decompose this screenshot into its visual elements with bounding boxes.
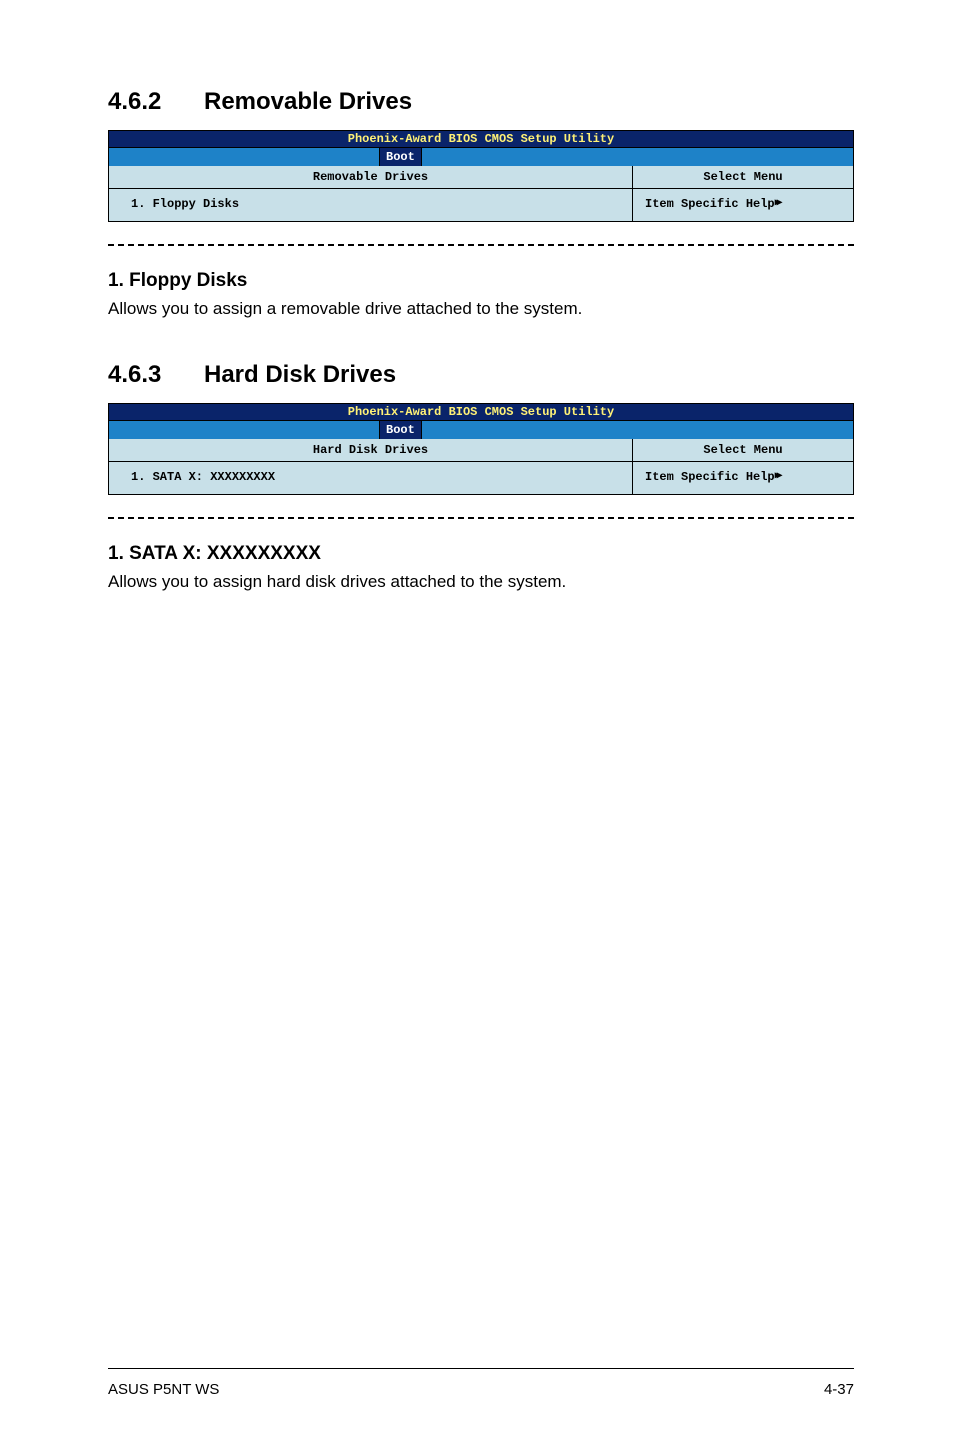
footer-page-number: 4-37 <box>824 1381 854 1398</box>
bios-header-row: Removable Drives Select Menu <box>109 166 853 188</box>
footer-product: ASUS P5NT WS <box>108 1381 219 1398</box>
forward-icon: ▶▶ <box>775 470 779 482</box>
bios-select-menu: Select Menu <box>633 439 853 461</box>
bios-help-text: Item Specific Help▶▶ <box>633 462 853 494</box>
bios-tab-bar: Boot <box>109 421 853 439</box>
dashed-divider <box>108 244 854 246</box>
body-text-floppy: Allows you to assign a removable drive a… <box>108 298 854 321</box>
section-title: Hard Disk Drives <box>204 361 396 388</box>
sub-heading-sata: 1. SATA X: XXXXXXXXX <box>108 543 854 565</box>
bios-help-label: Item Specific Help <box>645 197 775 211</box>
bios-utility-title: Phoenix-Award BIOS CMOS Setup Utility <box>109 404 853 421</box>
bios-help-text: Item Specific Help▶▶ <box>633 189 853 221</box>
sub-heading-floppy: 1. Floppy Disks <box>108 270 854 292</box>
section-number: 4.6.3 <box>108 361 204 389</box>
bios-tab-boot[interactable]: Boot <box>379 148 422 166</box>
bios-item-sata[interactable]: 1. SATA X: XXXXXXXXX <box>109 462 633 494</box>
bios-header-row: Hard Disk Drives Select Menu <box>109 439 853 461</box>
section-heading-removable: 4.6.2Removable Drives <box>108 88 854 116</box>
bios-body-row: 1. Floppy Disks Item Specific Help▶▶ <box>109 188 853 221</box>
bios-select-menu: Select Menu <box>633 166 853 188</box>
bios-body-row: 1. SATA X: XXXXXXXXX Item Specific Help▶… <box>109 461 853 494</box>
bios-tab-bar: Boot <box>109 148 853 166</box>
section-number: 4.6.2 <box>108 88 204 116</box>
dashed-divider <box>108 517 854 519</box>
bios-panel-removable: Phoenix-Award BIOS CMOS Setup Utility Bo… <box>108 130 854 222</box>
bios-item-floppy[interactable]: 1. Floppy Disks <box>109 189 633 221</box>
bios-utility-title: Phoenix-Award BIOS CMOS Setup Utility <box>109 131 853 148</box>
bios-panel-harddisk: Phoenix-Award BIOS CMOS Setup Utility Bo… <box>108 403 854 495</box>
bios-help-label: Item Specific Help <box>645 470 775 484</box>
section-title: Removable Drives <box>204 88 412 115</box>
section-heading-harddisk: 4.6.3Hard Disk Drives <box>108 361 854 389</box>
forward-icon: ▶▶ <box>775 197 779 209</box>
page-footer: ASUS P5NT WS 4-37 <box>108 1368 854 1398</box>
bios-panel-title: Removable Drives <box>109 166 633 188</box>
bios-tab-boot[interactable]: Boot <box>379 421 422 439</box>
bios-panel-title: Hard Disk Drives <box>109 439 633 461</box>
body-text-sata: Allows you to assign hard disk drives at… <box>108 571 854 594</box>
